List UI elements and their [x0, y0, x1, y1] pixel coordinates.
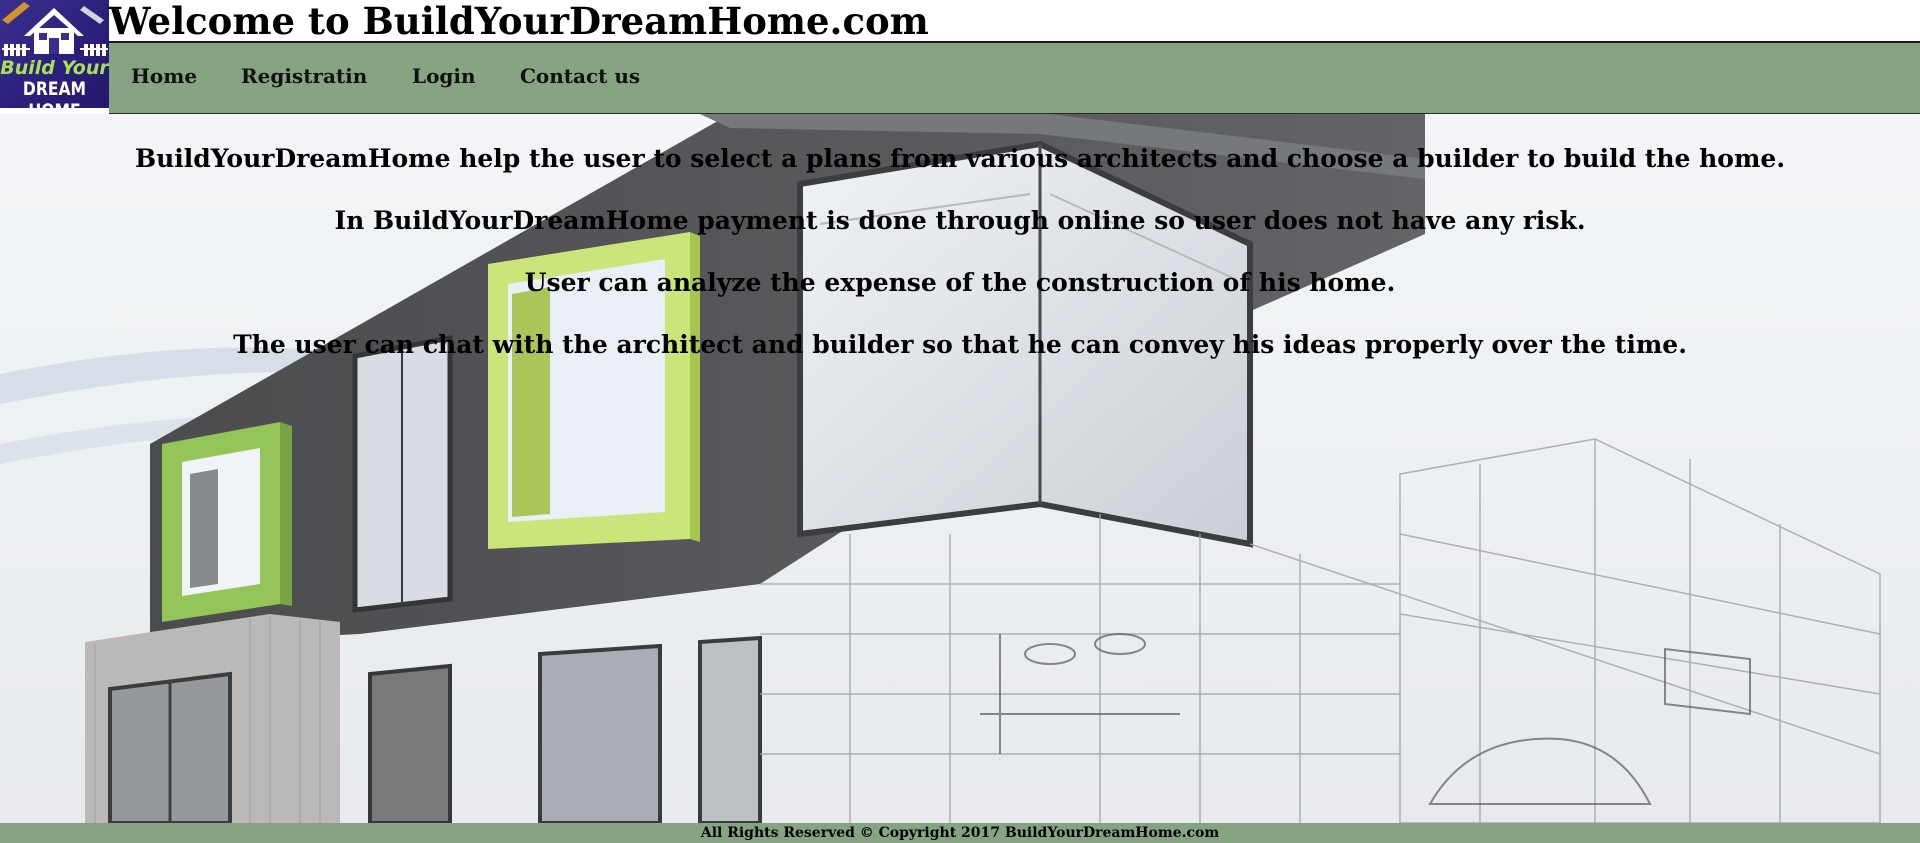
intro-text-line-1: BuildYourDreamHome help the user to sele…: [134, 144, 1786, 173]
copyright-text: All Rights Reserved © Copyright 2017 Bui…: [700, 825, 1220, 841]
site-logo[interactable]: Build Your DREAM HOME: [0, 0, 109, 108]
intro-text-line-2: In BuildYourDreamHome payment is done th…: [334, 206, 1586, 235]
nav-link-login[interactable]: Login: [412, 43, 476, 113]
logo-text-line1: Build Your: [0, 57, 109, 79]
footer: All Rights Reserved © Copyright 2017 Bui…: [0, 823, 1920, 843]
nav-link-contact-us[interactable]: Contact us: [520, 43, 640, 113]
page-title: Welcome to BuildYourDreamHome.com: [109, 0, 929, 43]
logo-text-line2: DREAM HOME: [22, 78, 87, 108]
hero-section: BuildYourDreamHome help the user to sele…: [0, 114, 1920, 823]
nav-link-home[interactable]: Home: [131, 43, 197, 113]
page: Build Your DREAM HOME Welcome to BuildYo…: [0, 0, 1920, 843]
nav-link-registration[interactable]: Registratin: [241, 43, 367, 113]
intro-text-line-4: The user can chat with the architect and…: [233, 330, 1687, 359]
intro-text-line-3: User can analyze the expense of the cons…: [524, 268, 1396, 297]
main-navigation: Home Registratin Login Contact us: [109, 43, 1920, 114]
header: Build Your DREAM HOME Welcome to BuildYo…: [0, 0, 1920, 114]
